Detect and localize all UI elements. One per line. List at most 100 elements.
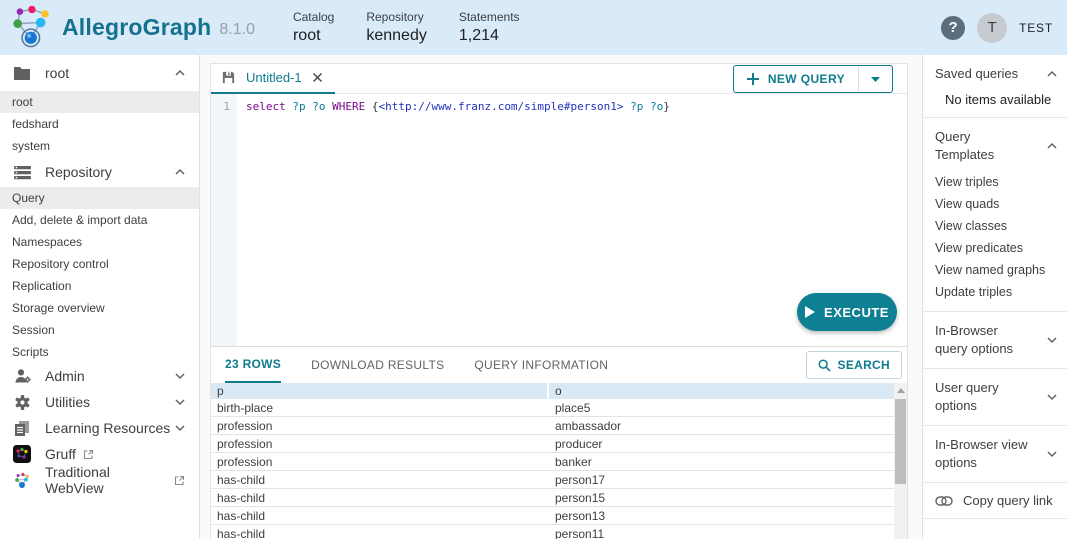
stat-catalog: Catalog root	[293, 10, 334, 45]
help-icon[interactable]: ?	[941, 16, 965, 40]
plus-icon	[747, 73, 759, 85]
code-close-brace: }	[663, 100, 670, 113]
template-view-predicates[interactable]: View predicates	[923, 237, 1067, 259]
chevron-up-icon	[1047, 142, 1057, 150]
chevron-up-icon	[1047, 70, 1057, 78]
user-query-options-header[interactable]: User query options	[923, 369, 1067, 425]
saved-queries-header[interactable]: Saved queries	[923, 55, 1067, 90]
chevron-up-icon	[175, 168, 185, 176]
sidebar-item-replication[interactable]: Replication	[0, 275, 199, 297]
search-icon	[818, 359, 831, 372]
chevron-up-icon	[175, 69, 185, 77]
results-table-header: p o	[211, 383, 896, 399]
scroll-up-icon[interactable]	[894, 383, 907, 397]
search-label: SEARCH	[838, 358, 890, 372]
sidebar-item-catalog-system[interactable]: system	[0, 135, 199, 157]
inbrowser-view-options-title: In-Browser view options	[935, 436, 1033, 472]
chevron-down-icon	[175, 398, 185, 406]
cell-p: birth-place	[211, 399, 549, 416]
save-query-icon[interactable]	[221, 70, 236, 85]
app-header: AllegroGraph 8.1.0 Catalog root Reposito…	[0, 0, 1067, 55]
inbrowser-query-options-header[interactable]: In-Browser query options	[923, 312, 1067, 368]
table-row: birth-place place5	[211, 399, 896, 417]
close-tab-icon[interactable]	[312, 72, 323, 83]
table-scrollbar[interactable]	[894, 383, 907, 539]
sidebar-item-traditional-webview-label: Traditional WebView	[45, 464, 167, 496]
folder-icon	[12, 63, 32, 83]
sidebar-item-scripts[interactable]: Scripts	[0, 341, 199, 363]
code-keyword-select: select	[246, 100, 286, 113]
cell-p: has-child	[211, 525, 549, 539]
saved-queries-empty-text: No items available	[923, 90, 1067, 117]
cell-o: place5	[549, 399, 896, 416]
sidebar-section-admin-label: Admin	[45, 368, 85, 384]
scrollbar-thumb[interactable]	[895, 399, 906, 484]
sidebar-item-traditional-webview[interactable]: Traditional WebView	[0, 467, 199, 493]
sidebar-item-repository-control[interactable]: Repository control	[0, 253, 199, 275]
username: TEST	[1019, 21, 1053, 35]
copy-query-link-button[interactable]: Copy query link	[923, 483, 1067, 519]
template-view-named-graphs[interactable]: View named graphs	[923, 259, 1067, 281]
search-button[interactable]: SEARCH	[806, 351, 902, 379]
sidebar-section-repository[interactable]: Repository	[0, 157, 199, 187]
code-uri: <http://www.franz.com/simple#person1>	[378, 100, 623, 113]
sidebar-section-admin[interactable]: Admin	[0, 363, 199, 389]
column-header-p: p	[211, 383, 547, 399]
stat-statements-value: 1,214	[459, 27, 520, 45]
sidebar-item-query[interactable]: Query	[0, 187, 199, 209]
template-view-quads[interactable]: View quads	[923, 193, 1067, 215]
query-templates-section: Query Templates View triples View quads …	[923, 118, 1067, 312]
gear-icon	[12, 392, 32, 412]
tab-rows-count[interactable]: 23 ROWS	[225, 347, 281, 383]
inbrowser-view-options-header[interactable]: In-Browser view options	[923, 426, 1067, 482]
allegrograph-logo-icon	[8, 4, 58, 52]
code-variables: ?p ?o	[286, 100, 332, 113]
template-view-classes[interactable]: View classes	[923, 215, 1067, 237]
sidebar-section-utilities[interactable]: Utilities	[0, 389, 199, 415]
template-update-triples[interactable]: Update triples	[923, 281, 1067, 303]
play-icon	[805, 306, 815, 318]
new-query-button[interactable]: NEW QUERY	[734, 66, 858, 92]
tab-download-results[interactable]: DOWNLOAD RESULTS	[311, 347, 444, 383]
sidebar-item-add-delete-import[interactable]: Add, delete & import data	[0, 209, 199, 231]
query-templates-list: View triples View quads View classes Vie…	[923, 171, 1067, 311]
new-query-dropdown-button[interactable]	[858, 66, 892, 92]
sidebar-item-namespaces[interactable]: Namespaces	[0, 231, 199, 253]
header-stats: Catalog root Repository kennedy Statemen…	[293, 10, 520, 45]
new-query-label: NEW QUERY	[768, 72, 845, 86]
column-header-o: o	[549, 383, 896, 399]
saved-queries-section: Saved queries No items available	[923, 55, 1067, 118]
execute-button[interactable]: EXECUTE	[797, 293, 897, 331]
link-icon	[935, 495, 953, 507]
sidebar-section-learning-resources[interactable]: Learning Resources	[0, 415, 199, 441]
sidebar-section-catalog[interactable]: root	[0, 55, 199, 91]
cell-p: profession	[211, 435, 549, 452]
stat-repository: Repository kennedy	[366, 10, 427, 45]
avatar[interactable]: T	[977, 13, 1007, 43]
stat-catalog-label: Catalog	[293, 10, 334, 24]
chevron-down-icon	[175, 424, 185, 432]
query-tab-untitled-1[interactable]: Untitled-1	[211, 64, 335, 94]
sidebar-item-session[interactable]: Session	[0, 319, 199, 341]
cell-p: has-child	[211, 489, 549, 506]
template-view-triples[interactable]: View triples	[923, 171, 1067, 193]
main-area: Untitled-1 NEW QUERY	[200, 55, 922, 539]
external-link-icon	[83, 449, 94, 460]
query-tab-title: Untitled-1	[246, 70, 302, 85]
table-row: profession ambassador	[211, 417, 896, 435]
stat-repository-value: kennedy	[366, 27, 427, 45]
inbrowser-query-options-title: In-Browser query options	[935, 322, 1033, 358]
sidebar-item-catalog-root[interactable]: root	[0, 91, 199, 113]
cell-p: has-child	[211, 471, 549, 488]
stat-statements-label: Statements	[459, 10, 520, 24]
cell-o: person11	[549, 525, 896, 539]
sidebar-item-storage-overview[interactable]: Storage overview	[0, 297, 199, 319]
sidebar-item-catalog-fedshard[interactable]: fedshard	[0, 113, 199, 135]
query-templates-title: Query Templates	[935, 128, 1033, 164]
table-row: profession banker	[211, 453, 896, 471]
query-templates-header[interactable]: Query Templates	[923, 118, 1067, 171]
chevron-down-icon	[1047, 393, 1057, 401]
editor-gutter: 1	[211, 94, 237, 346]
tab-query-information[interactable]: QUERY INFORMATION	[474, 347, 608, 383]
stat-catalog-value: root	[293, 27, 334, 45]
